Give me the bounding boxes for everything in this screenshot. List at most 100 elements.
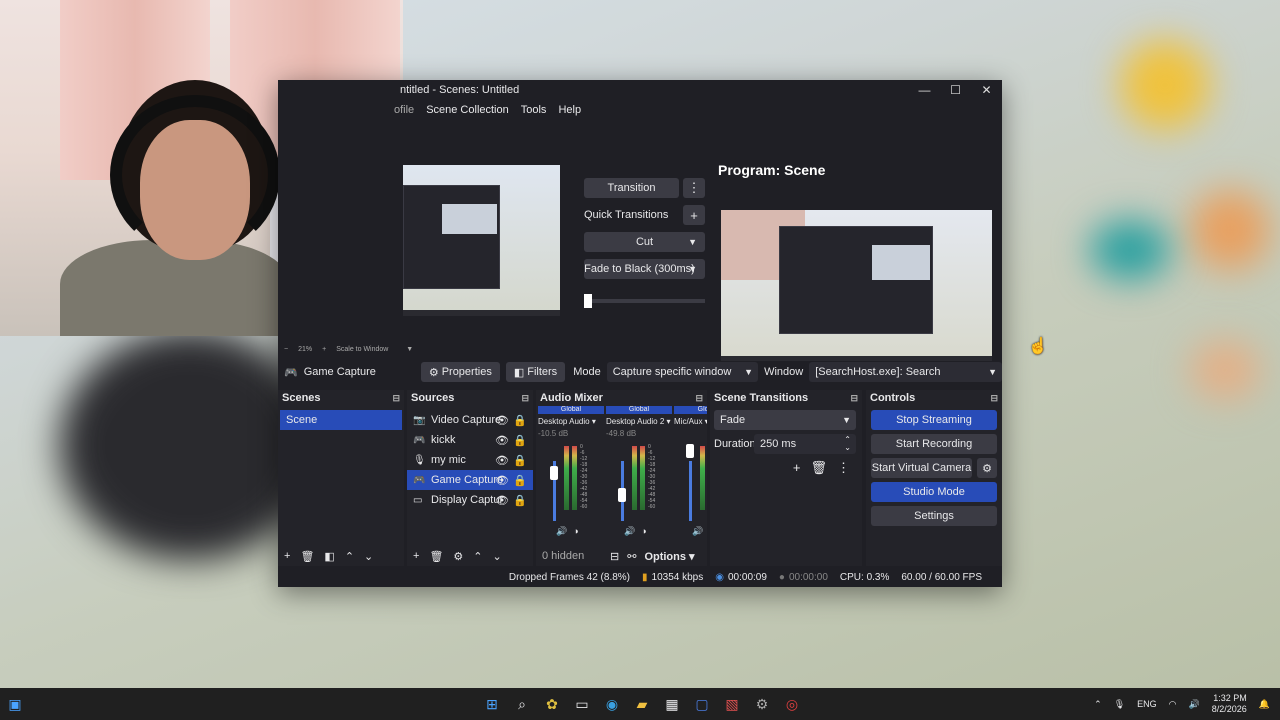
monitor-icon[interactable]: ◑ [641, 526, 646, 537]
zoom-out-button[interactable]: − [284, 346, 288, 353]
menu-profile[interactable]: ofile [394, 104, 414, 116]
eye-icon[interactable]: 👁 [495, 414, 509, 427]
close-button[interactable]: ✕ [971, 80, 1002, 100]
source-item[interactable]: 🎮 kickk 👁 🔒 [407, 430, 533, 450]
undock-icon[interactable]: ⊟ [521, 393, 529, 404]
eye-icon[interactable]: 👁 [495, 494, 509, 507]
start-recording-button[interactable]: Start Recording [871, 434, 997, 454]
undock-icon[interactable]: ⊟ [695, 393, 703, 404]
widgets-icon[interactable]: ▣ [5, 694, 25, 714]
trash-icon[interactable]: 🗑 [810, 460, 827, 476]
maximize-button[interactable]: ☐ [940, 80, 971, 100]
start-virtual-camera-button[interactable]: Start Virtual Camera [871, 458, 972, 478]
folder-icon[interactable]: ▰ [632, 694, 652, 714]
mode-select[interactable]: Capture specific window ▼ [606, 362, 759, 382]
copilot-icon[interactable]: ✿ [542, 694, 562, 714]
volume-icon[interactable]: 🔊 [1189, 699, 1200, 710]
eye-icon[interactable]: 👁 [495, 474, 509, 487]
source-item[interactable]: 🎮 Game Capture 👁 🔒 [407, 470, 533, 490]
clock[interactable]: 1:32 PM 8/2/2026 [1212, 693, 1247, 715]
fader-handle[interactable] [550, 466, 558, 480]
cut-button[interactable]: Cut ▼ [584, 232, 705, 252]
source-item[interactable]: 🎙 my mic 👁 🔒 [407, 450, 533, 470]
notification-icon[interactable]: 🔔 [1259, 699, 1270, 710]
scene-item[interactable]: Scene [280, 410, 402, 430]
lock-icon[interactable]: 🔒 [513, 434, 527, 447]
transition-select[interactable]: Fade ▼ [714, 410, 856, 430]
scale-mode[interactable]: Scale to Window [336, 346, 396, 353]
settings-button[interactable]: Settings [871, 506, 997, 526]
trash-icon[interactable]: 🗑 [300, 550, 314, 563]
task-view-icon[interactable]: ▭ [572, 694, 592, 714]
add-icon[interactable]: + [793, 460, 801, 476]
fader-handle[interactable] [686, 444, 694, 458]
app-icon[interactable]: ▢ [692, 694, 712, 714]
source-item[interactable]: 📷 Video Capture D👁 🔒 [407, 410, 533, 430]
edge-icon[interactable]: ◉ [602, 694, 622, 714]
language-indicator[interactable]: ENG [1137, 699, 1157, 709]
obs-icon[interactable]: ◎ [782, 694, 802, 714]
stepper-icon[interactable]: ⌃ ⌄ [844, 436, 851, 452]
channel-name[interactable]: Desktop Audio 2 ▾ [606, 417, 672, 426]
wifi-icon[interactable]: ◠ [1169, 699, 1177, 710]
layout-icon[interactable]: ⊟ [610, 550, 619, 563]
add-quick-transition-icon[interactable]: + [683, 205, 705, 225]
minimize-button[interactable]: — [909, 80, 940, 100]
chevron-up-icon[interactable]: ⌃ [345, 550, 354, 563]
undock-icon[interactable]: ⊟ [990, 393, 998, 404]
chevron-up-icon[interactable]: ⌃ [473, 550, 482, 563]
settings-app-icon[interactable]: ⚙ [752, 694, 772, 714]
options-button[interactable]: Options ▾ [644, 550, 694, 563]
volume-icon[interactable]: 🔊 [556, 526, 567, 537]
mic-icon[interactable]: 🎙 [1114, 699, 1125, 710]
menu-scene-collection[interactable]: Scene Collection [426, 104, 509, 116]
app-icon[interactable]: ▧ [722, 694, 742, 714]
search-icon[interactable]: ⌕ [512, 694, 532, 714]
channel-name[interactable]: Mic/Aux ▾ [674, 417, 707, 426]
chevron-down-icon[interactable]: ⌄ [493, 550, 502, 563]
volume-icon[interactable]: 🔊 [624, 526, 635, 537]
lock-icon[interactable]: 🔒 [513, 454, 527, 467]
eye-icon[interactable]: 👁 [495, 454, 509, 467]
filter-icon[interactable]: ◧ [324, 550, 334, 563]
add-icon[interactable]: + [413, 550, 419, 562]
volume-icon[interactable]: 🔊 [692, 526, 703, 537]
stop-streaming-button[interactable]: Stop Streaming [871, 410, 997, 430]
channel-name[interactable]: Desktop Audio ▾ [538, 417, 604, 426]
source-item[interactable]: ▭ Display Capture 👁 🔒 [407, 490, 533, 510]
properties-button[interactable]: ⚙ Properties [420, 362, 500, 382]
gear-icon[interactable]: ⚙ [977, 458, 997, 478]
studio-mode-button[interactable]: Studio Mode [871, 482, 997, 502]
volume-fader[interactable] [689, 461, 692, 521]
lock-icon[interactable]: 🔒 [513, 414, 527, 427]
chevron-down-icon[interactable]: ⌄ [364, 550, 373, 563]
menu-help[interactable]: Help [558, 104, 581, 116]
add-icon[interactable]: + [284, 550, 290, 562]
chevron-up-icon[interactable]: ⌃ [1094, 699, 1102, 710]
window-select[interactable]: [SearchHost.exe]: Search ▼ [809, 362, 1002, 382]
tbar-slider[interactable] [584, 294, 705, 308]
eye-icon[interactable]: 👁 [495, 434, 509, 447]
chevron-down-icon[interactable]: ▼ [406, 346, 413, 353]
menu-tools[interactable]: Tools [521, 104, 547, 116]
more-icon[interactable]: ⋮ [837, 460, 850, 476]
preview-canvas[interactable] [403, 165, 560, 316]
monitor-icon[interactable]: ◑ [573, 526, 578, 537]
start-icon[interactable]: ⊞ [482, 694, 502, 714]
fader-handle[interactable] [618, 488, 626, 502]
zoom-in-button[interactable]: + [322, 346, 326, 353]
store-icon[interactable]: ▦ [662, 694, 682, 714]
undock-icon[interactable]: ⊟ [850, 393, 858, 404]
filters-button[interactable]: ◧ Filters [505, 362, 566, 382]
tbar-handle[interactable] [584, 294, 592, 308]
duration-input[interactable]: 250 ms ⌃ ⌄ [754, 434, 856, 454]
link-icon[interactable]: ⚯ [627, 550, 636, 563]
lock-icon[interactable]: 🔒 [513, 494, 527, 507]
undock-icon[interactable]: ⊟ [392, 393, 400, 404]
trash-icon[interactable]: 🗑 [429, 550, 443, 563]
lock-icon[interactable]: 🔒 [513, 474, 527, 487]
fade-to-black-button[interactable]: Fade to Black (300ms) ▼ [584, 259, 705, 279]
transition-button[interactable]: Transition [584, 178, 679, 198]
gear-icon[interactable]: ⚙ [453, 550, 463, 563]
transition-menu-icon[interactable]: ⋮ [683, 178, 705, 198]
